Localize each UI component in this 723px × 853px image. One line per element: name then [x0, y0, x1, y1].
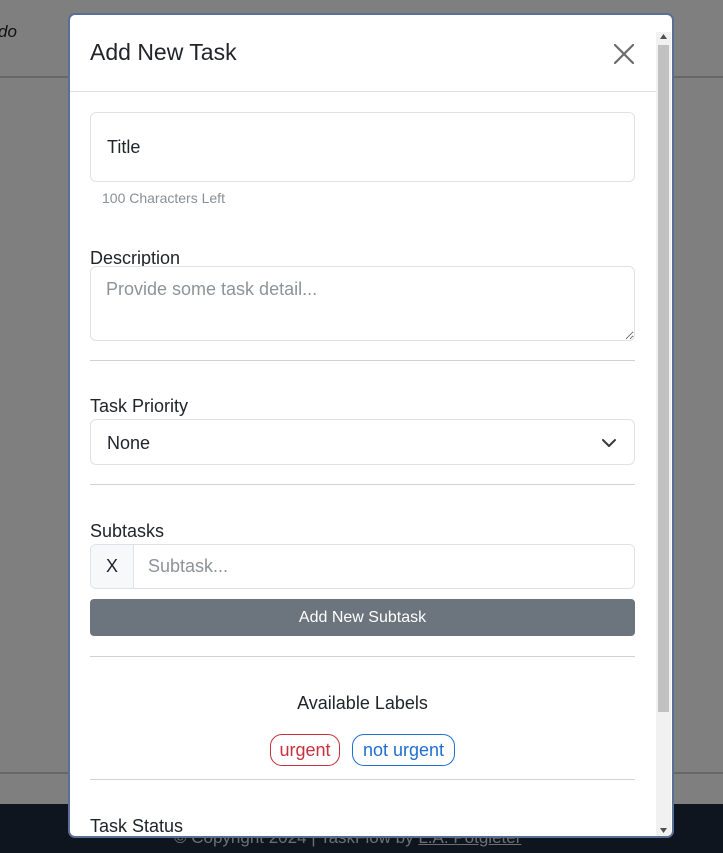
- available-labels-heading: Available Labels: [297, 693, 428, 713]
- scroll-down-arrow-icon[interactable]: [660, 828, 667, 833]
- divider: [90, 656, 635, 657]
- label-badge-urgent[interactable]: urgent: [270, 734, 340, 766]
- remove-subtask-button[interactable]: X: [91, 545, 134, 588]
- subtask-input-group: X: [90, 544, 635, 589]
- title-char-counter: 100 Characters Left: [102, 190, 225, 206]
- subtask-input[interactable]: [134, 545, 634, 588]
- title-input[interactable]: [91, 113, 634, 181]
- close-icon: [613, 43, 635, 65]
- divider: [90, 779, 635, 780]
- scrollbar-thumb[interactable]: [658, 45, 669, 712]
- subtasks-label: Subtasks: [90, 521, 165, 541]
- modal-header: Add New Task: [70, 15, 656, 92]
- close-button[interactable]: [611, 41, 637, 67]
- chevron-down-icon: [601, 436, 617, 450]
- label-badge-not-urgent[interactable]: not urgent: [352, 734, 455, 766]
- priority-label: Task Priority: [90, 396, 189, 416]
- task-status-label: Task Status: [90, 816, 184, 836]
- description-textarea[interactable]: [90, 266, 635, 341]
- scroll-up-arrow-icon[interactable]: [660, 34, 667, 39]
- divider: [90, 484, 635, 485]
- add-subtask-button[interactable]: Add New Subtask: [90, 599, 635, 636]
- title-field: [90, 112, 635, 182]
- add-task-modal: Add New Task 100 Characters Left Descrip…: [68, 13, 674, 838]
- modal-title: Add New Task: [90, 39, 237, 65]
- divider: [90, 360, 635, 361]
- priority-select[interactable]: None: [90, 419, 635, 465]
- priority-selected-value: None: [107, 433, 151, 453]
- modal-scrollbar[interactable]: [656, 32, 671, 836]
